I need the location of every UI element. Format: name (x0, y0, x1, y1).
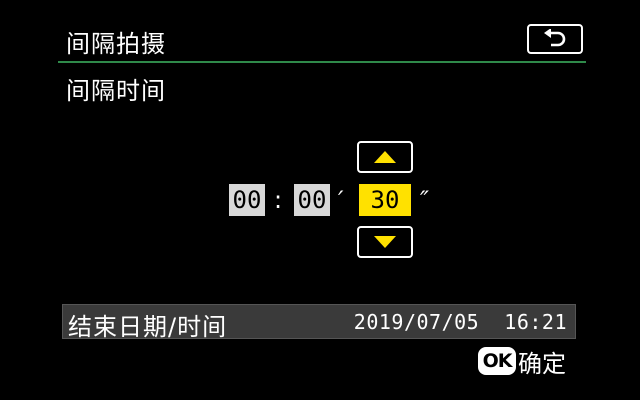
section-title: 间隔时间 (66, 77, 166, 105)
ok-confirm-button[interactable]: OK 确定 (478, 344, 566, 378)
minute-mark: ′ (338, 186, 344, 214)
colon-separator: : (274, 186, 283, 214)
end-time-value: 2019/07/05 16:21 (353, 310, 567, 334)
second-mark: ″ (420, 186, 429, 214)
end-time-label: 结束日期/时间 (68, 313, 228, 341)
page-title: 间隔拍摄 (66, 30, 166, 58)
ok-label: 确定 (518, 349, 566, 378)
decrement-button[interactable] (357, 226, 413, 258)
triangle-up-icon (374, 151, 396, 163)
return-arrow-icon (544, 29, 566, 47)
header-divider (58, 61, 586, 63)
back-button[interactable] (527, 24, 583, 54)
end-time-bar: 结束日期/时间 2019/07/05 16:21 (62, 304, 576, 341)
hours-field[interactable]: 00 (229, 184, 265, 216)
seconds-field[interactable]: 30 (359, 184, 411, 216)
minutes-field[interactable]: 00 (294, 184, 330, 216)
increment-button[interactable] (357, 141, 413, 173)
ok-icon: OK (478, 347, 516, 375)
triangle-down-icon (374, 236, 396, 248)
